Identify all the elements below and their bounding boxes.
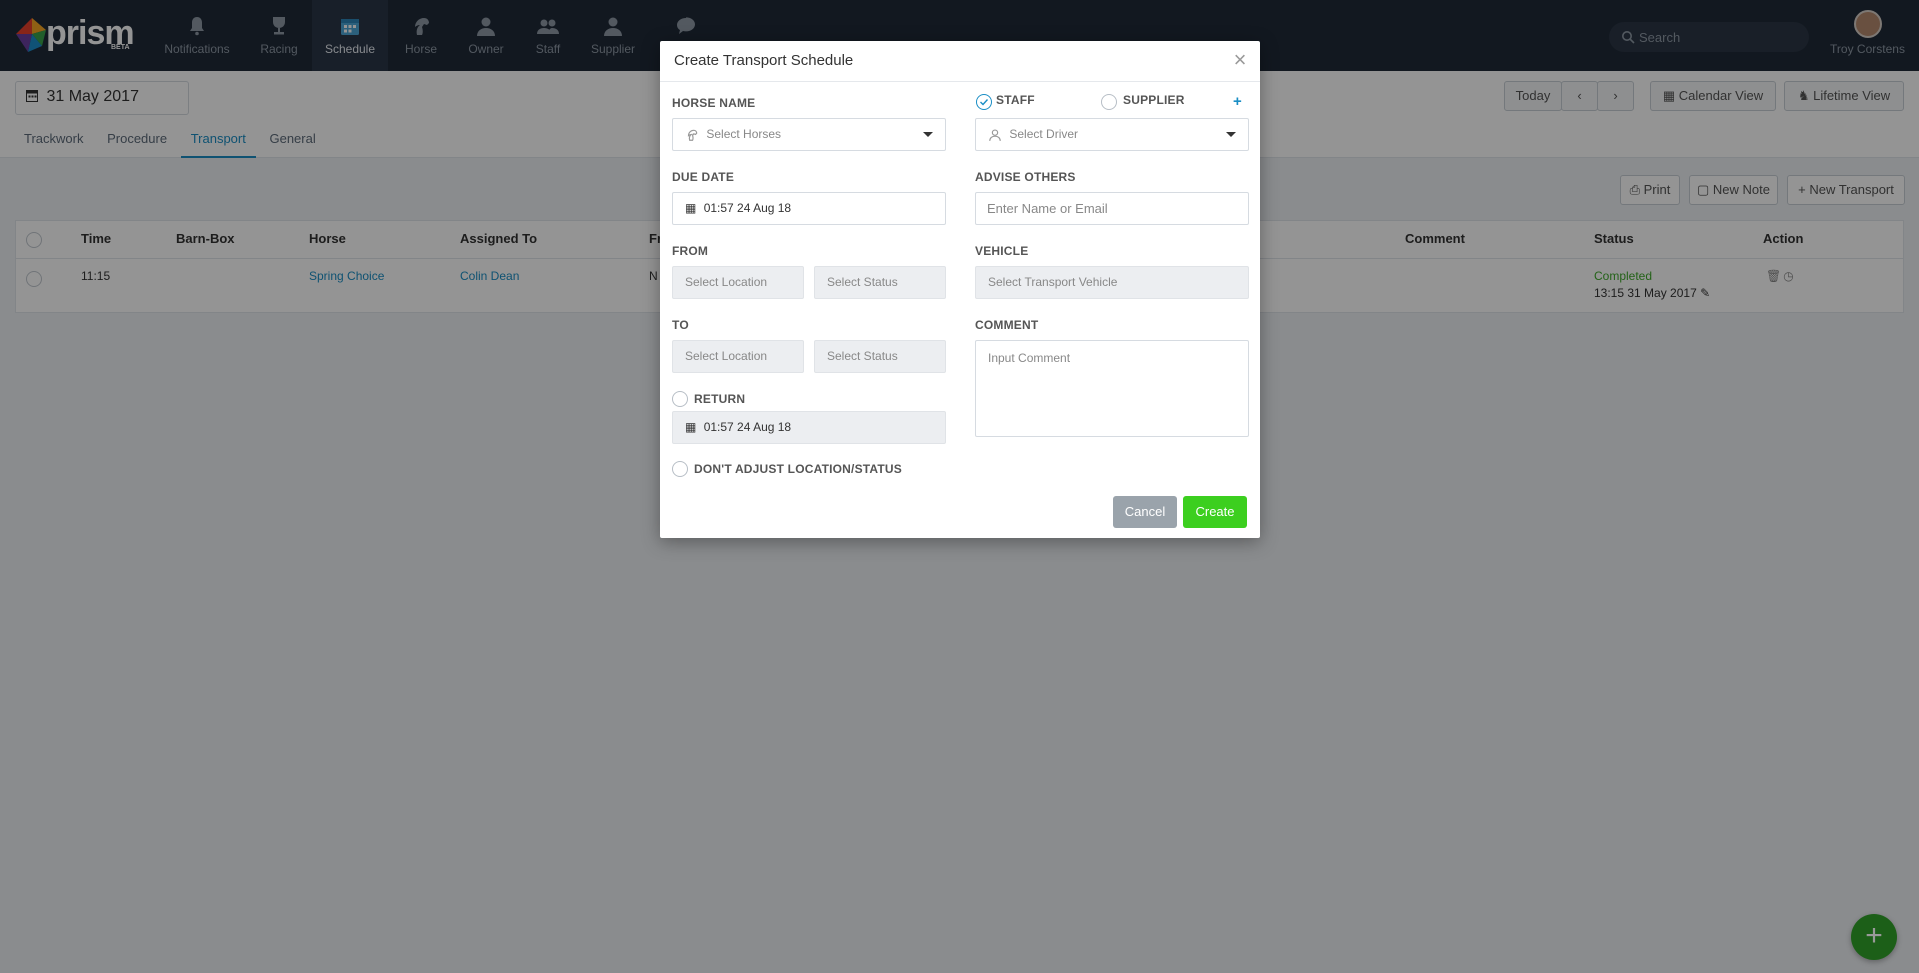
advise-others-input[interactable] <box>975 192 1249 225</box>
horse-head-icon <box>687 129 698 141</box>
driver-select-placeholder: Select Driver <box>1009 127 1079 141</box>
horse-name-label: HORSE NAME <box>672 96 756 110</box>
vehicle-select[interactable]: Select Transport Vehicle <box>975 266 1249 299</box>
check-icon <box>980 99 989 106</box>
calendar-icon: ▦ <box>685 201 697 216</box>
create-button[interactable]: Create <box>1183 496 1247 528</box>
create-transport-modal: Create Transport Schedule × HORSE NAME S… <box>660 41 1260 538</box>
staff-label: STAFF <box>996 93 1035 107</box>
to-location-select[interactable]: Select Location <box>672 340 804 373</box>
to-status-select[interactable]: Select Status <box>814 340 946 373</box>
from-label: FROM <box>672 244 709 258</box>
driver-select[interactable]: Select Driver <box>975 118 1249 151</box>
modal-header: Create Transport Schedule × <box>660 41 1260 82</box>
floating-add-button[interactable]: + <box>1851 914 1897 960</box>
chevron-down-icon <box>923 132 933 137</box>
dont-adjust-label: DON'T ADJUST LOCATION/STATUS <box>694 462 903 476</box>
return-label: RETURN <box>694 392 746 406</box>
return-radio[interactable] <box>672 391 688 407</box>
horse-select[interactable]: Select Horses <box>672 118 946 151</box>
to-label: TO <box>672 318 689 332</box>
vehicle-label: VEHICLE <box>975 244 1029 258</box>
dont-adjust-radio[interactable] <box>672 461 688 477</box>
advise-others-label: ADVISE OTHERS <box>975 170 1076 184</box>
add-driver-icon[interactable]: + <box>1233 93 1242 110</box>
chevron-down-icon <box>1226 132 1236 137</box>
comment-textarea[interactable] <box>975 340 1249 437</box>
horse-select-placeholder: Select Horses <box>706 127 782 141</box>
return-date-field[interactable]: ▦ 01:57 24 Aug 18 <box>672 411 946 444</box>
plus-icon: + <box>1865 919 1883 952</box>
user-icon <box>989 129 1001 141</box>
due-date-label: DUE DATE <box>672 170 735 184</box>
due-date-value: 01:57 24 Aug 18 <box>703 201 792 215</box>
return-date-value: 01:57 24 Aug 18 <box>703 420 792 434</box>
cancel-button[interactable]: Cancel <box>1113 496 1177 528</box>
calendar-icon: ▦ <box>685 420 697 435</box>
close-icon[interactable]: × <box>1230 49 1250 73</box>
modal-title: Create Transport Schedule <box>674 52 854 69</box>
supplier-label: SUPPLIER <box>1123 93 1185 107</box>
due-date-field[interactable]: ▦ 01:57 24 Aug 18 <box>672 192 946 225</box>
staff-radio[interactable] <box>976 94 992 110</box>
comment-label: COMMENT <box>975 318 1039 332</box>
from-location-select[interactable]: Select Location <box>672 266 804 299</box>
from-status-select[interactable]: Select Status <box>814 266 946 299</box>
supplier-radio[interactable] <box>1101 94 1117 110</box>
